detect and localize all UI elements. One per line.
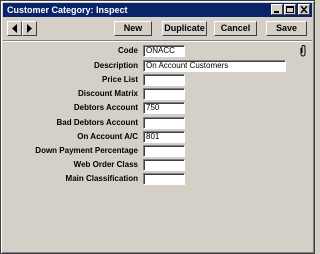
close-icon [300, 6, 308, 13]
down-payment-field[interactable] [143, 145, 185, 157]
price-list-label: Price List [101, 75, 138, 84]
on-account-row: On Account A/C [1, 131, 138, 143]
duplicate-button[interactable]: Duplicate [162, 21, 207, 36]
new-button[interactable]: New [114, 21, 152, 36]
web-order-class-row: Web Order Class [1, 159, 138, 171]
minimize-button[interactable] [271, 4, 283, 15]
main-classification-field[interactable] [143, 173, 185, 185]
price-list-field[interactable] [143, 74, 185, 86]
bad-debtors-account-field[interactable] [143, 117, 185, 129]
arrow-left-icon [12, 24, 17, 33]
debtors-account-field[interactable]: 750 [143, 102, 185, 114]
record-window: Customer Category: Inspect New Duplicate… [0, 0, 315, 254]
window-title: Customer Category: Inspect [7, 5, 128, 15]
previous-record-button[interactable] [7, 21, 22, 36]
next-record-button[interactable] [22, 21, 37, 36]
debtors-account-row: Debtors Account [1, 102, 138, 114]
web-order-class-label: Web Order Class [73, 160, 138, 169]
down-payment-row: Down Payment Percentage [1, 145, 138, 157]
on-account-field[interactable]: 801 [143, 131, 185, 143]
paperclip-icon[interactable] [299, 45, 307, 57]
discount-matrix-label: Discount Matrix [77, 89, 138, 98]
code-field[interactable]: ONACC [143, 45, 185, 57]
code-label: Code [118, 46, 138, 55]
maximize-button[interactable] [284, 4, 296, 15]
main-classification-row: Main Classification [1, 173, 138, 185]
minimize-icon [274, 11, 279, 13]
close-button[interactable] [298, 4, 310, 15]
main-classification-label: Main Classification [65, 174, 138, 183]
discount-matrix-row: Discount Matrix [1, 88, 138, 100]
toolbar-divider [3, 40, 312, 42]
price-list-row: Price List [1, 74, 138, 86]
bad-debtors-account-row: Bad Debtors Account [1, 117, 139, 129]
arrow-right-icon [27, 24, 32, 33]
save-button[interactable]: Save [266, 21, 307, 36]
maximize-icon [286, 6, 294, 13]
cancel-button[interactable]: Cancel [214, 21, 257, 36]
on-account-label: On Account A/C [77, 132, 138, 141]
description-field[interactable]: On Account Customers [143, 60, 286, 72]
title-bar[interactable]: Customer Category: Inspect [3, 3, 312, 17]
code-row: Code [1, 45, 138, 57]
debtors-account-label: Debtors Account [73, 103, 138, 112]
web-order-class-field[interactable] [143, 159, 185, 171]
description-row: Description [1, 60, 138, 72]
discount-matrix-field[interactable] [143, 88, 185, 100]
bad-debtors-account-label: Bad Debtors Account [56, 118, 139, 127]
down-payment-label: Down Payment Percentage [35, 146, 138, 155]
description-label: Description [93, 61, 138, 70]
